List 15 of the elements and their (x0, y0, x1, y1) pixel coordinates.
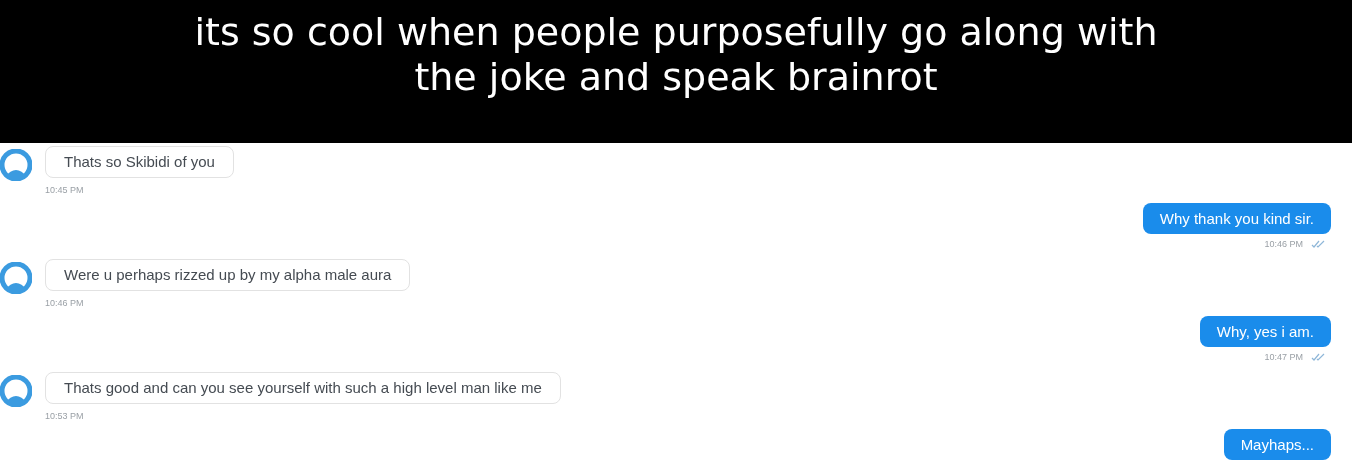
timestamp: 10:47 PM (1264, 351, 1303, 362)
message-bubble: Thats so Skibidi of you (45, 146, 234, 178)
message-bubble: Mayhaps... (1223, 428, 1331, 460)
caption: its so cool when people purposefully go along with the joke and speak brainrot (193, 10, 1159, 100)
avatar-icon (0, 149, 32, 181)
timestamp: 10:46 PM (45, 298, 84, 308)
message-bubble: Why, yes i am. (1199, 315, 1331, 347)
avatar-icon (0, 262, 32, 294)
timestamp: 10:45 PM (45, 185, 84, 195)
timestamp: 10:46 PM (1264, 238, 1303, 249)
timestamp: 10:53 PM (45, 411, 84, 421)
avatar-icon (0, 375, 32, 407)
message-bubble: Why thank you kind sir. (1142, 202, 1331, 234)
message-bubble: Thats good and can you see yourself with such a high level man like me (45, 372, 561, 404)
message-bubble: Were u perhaps rizzed up by my alpha male aura (45, 259, 411, 291)
